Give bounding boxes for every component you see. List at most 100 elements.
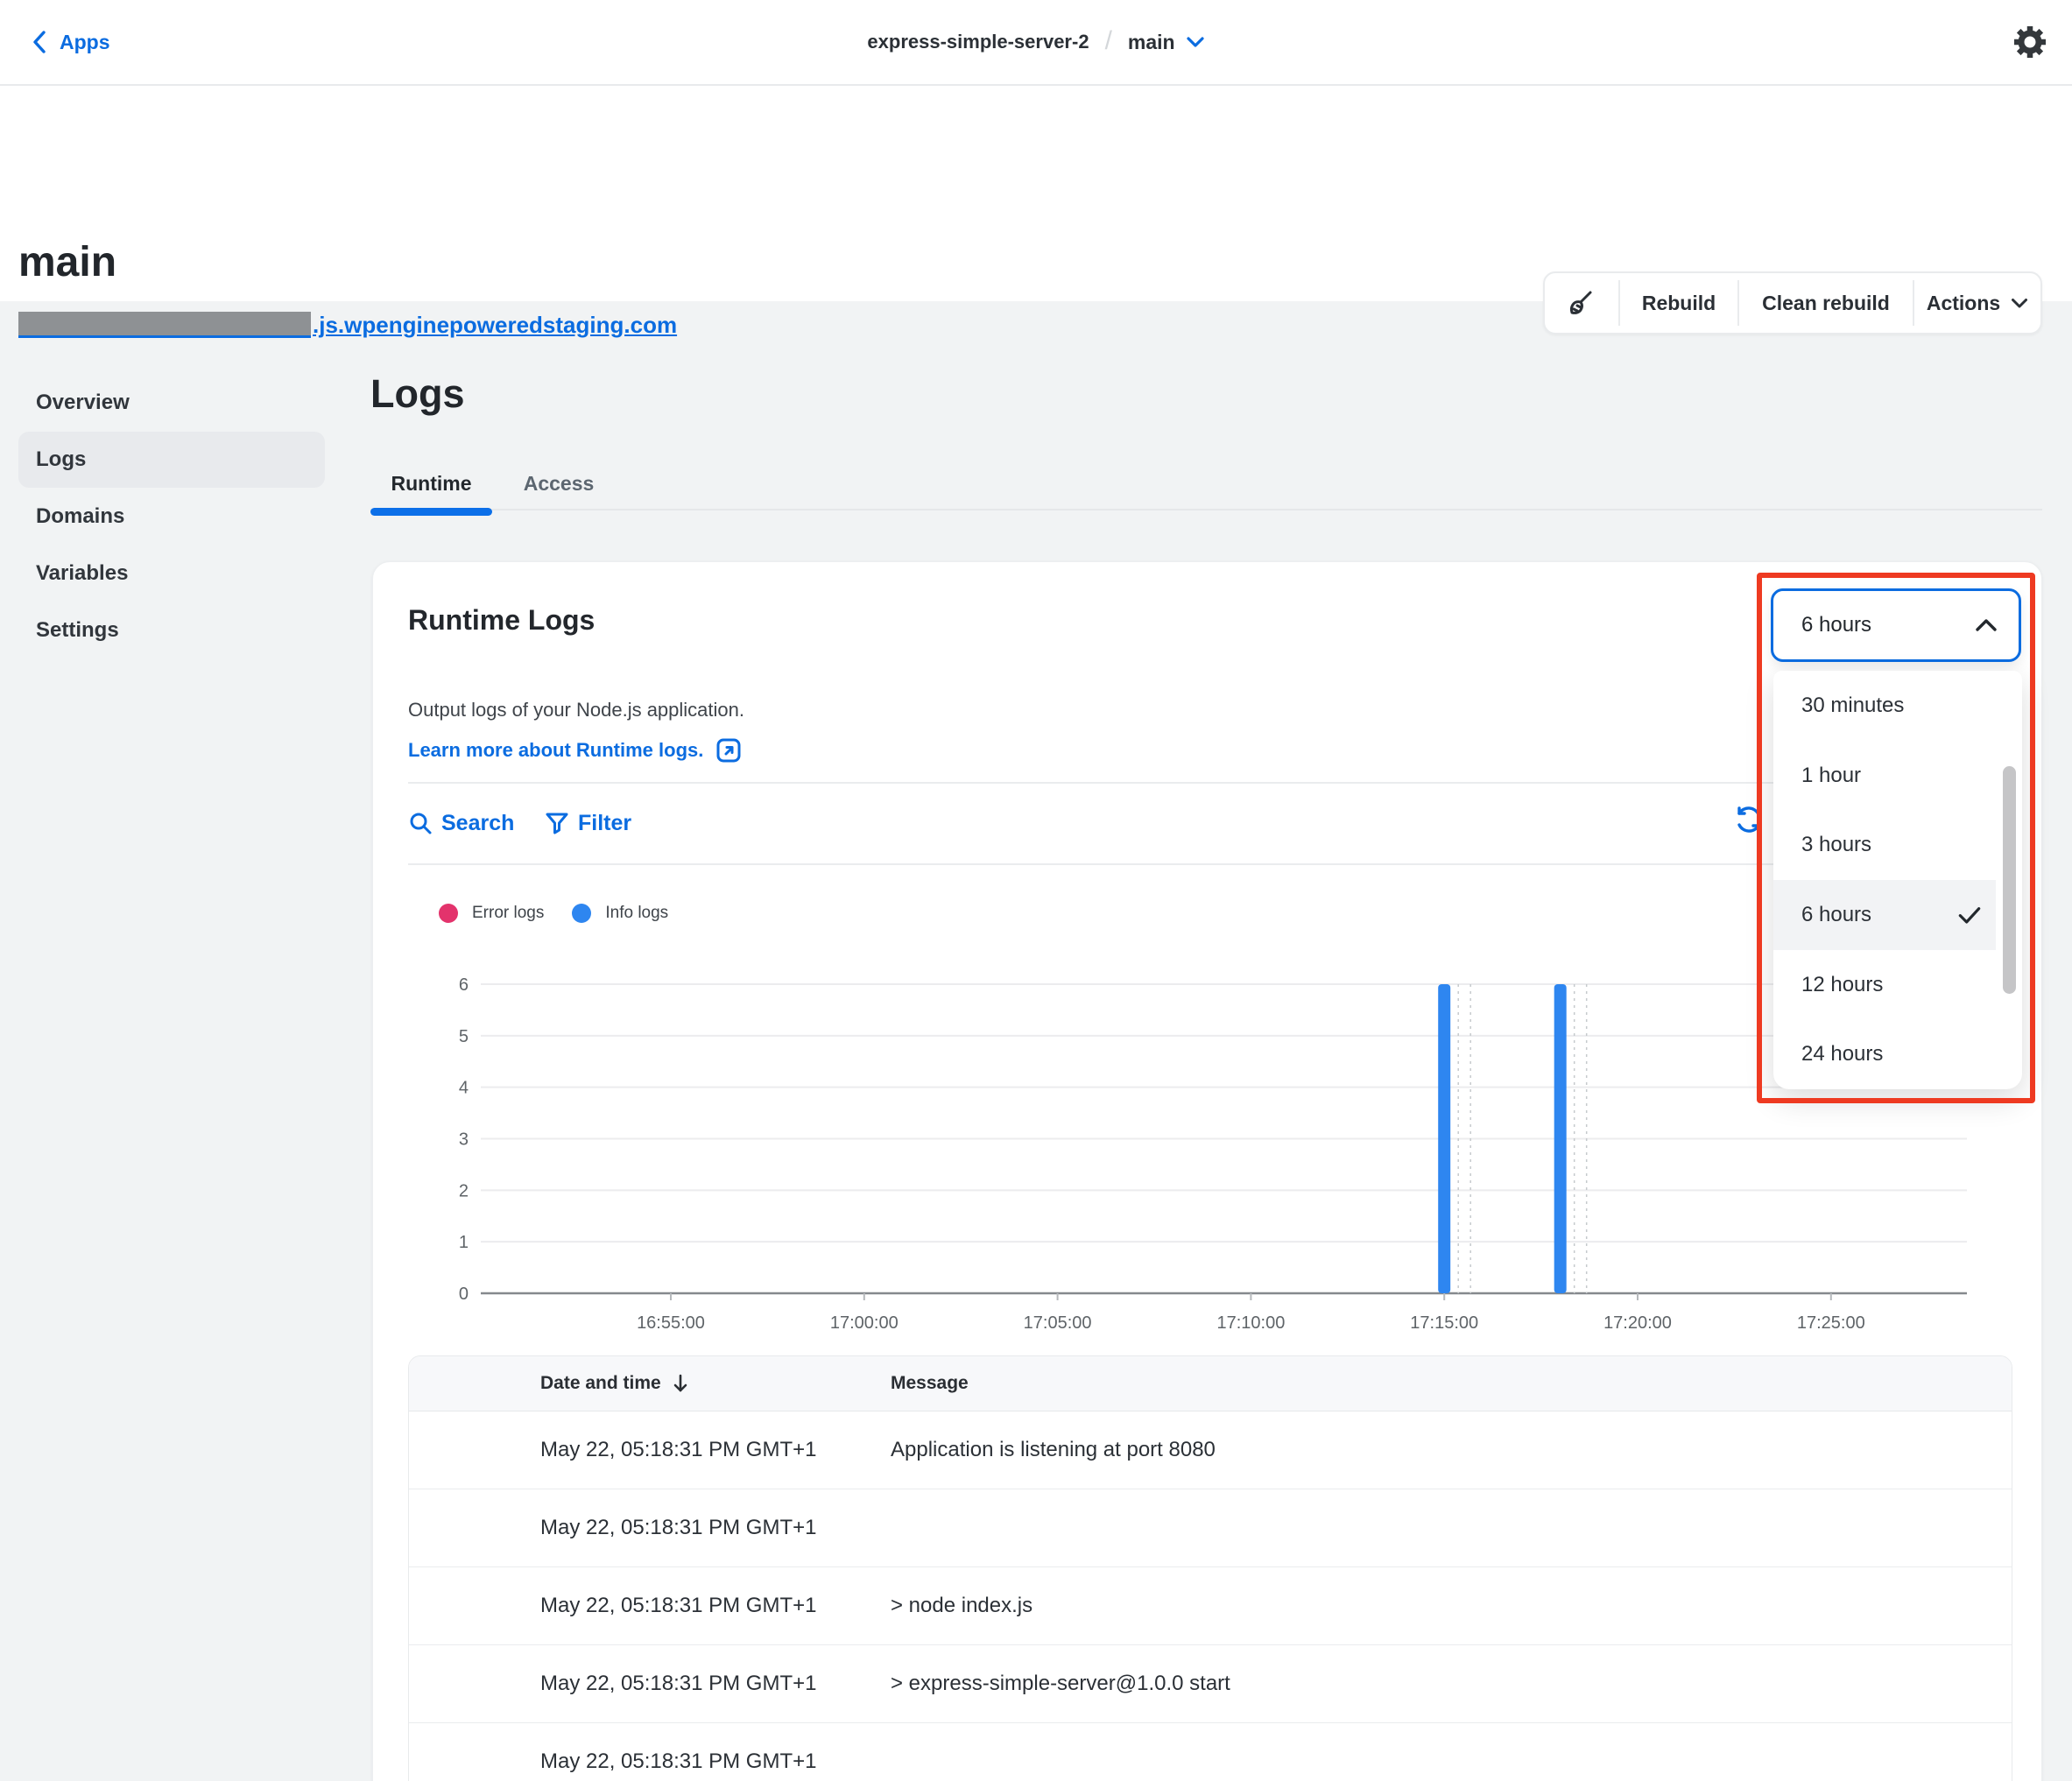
svg-text:17:05:00: 17:05:00	[1024, 1313, 1092, 1333]
sidebar-item-overview[interactable]: Overview	[18, 375, 325, 431]
app-hero: main .js.wpenginepoweredstaging.com Rebu…	[0, 86, 2072, 301]
breadcrumb: express-simple-server-2 / main	[0, 0, 2072, 84]
option-label: 12 hours	[1801, 973, 1996, 997]
branch-selector[interactable]: main	[1128, 31, 1205, 54]
app-url-visible-text: .js.wpenginepoweredstaging.com	[313, 312, 677, 338]
option-label: 30 minutes	[1801, 693, 1996, 718]
column-message: Message	[891, 1373, 969, 1393]
settings-gear-icon[interactable]	[2011, 0, 2049, 84]
logs-table: Date and time Message May 22, 05:18:31 P…	[408, 1355, 2012, 1781]
time-range-option-3-hours[interactable]: 3 hours	[1773, 810, 1996, 880]
filter-icon	[545, 811, 569, 835]
chart-legend: Error logs Info logs	[439, 904, 668, 923]
svg-text:4: 4	[459, 1079, 469, 1098]
svg-text:17:20:00: 17:20:00	[1603, 1313, 1672, 1333]
search-icon	[408, 811, 433, 835]
broom-icon	[1566, 287, 1597, 319]
filter-label: Filter	[578, 811, 631, 836]
svg-text:6: 6	[459, 975, 469, 995]
time-range-option-12-hours[interactable]: 12 hours	[1773, 950, 1996, 1020]
filter-button[interactable]: Filter	[545, 800, 631, 846]
table-row: May 22, 05:18:31 PM GMT+1Application is …	[409, 1411, 2012, 1489]
actions-button[interactable]: Actions	[1914, 273, 2040, 333]
sidebar: OverviewLogsDomainsVariablesSettings	[18, 375, 325, 659]
cell-datetime: May 22, 05:18:31 PM GMT+1	[409, 1438, 891, 1462]
tab-runtime[interactable]: Runtime	[370, 452, 492, 516]
svg-text:1: 1	[459, 1233, 469, 1252]
time-range-select[interactable]: 6 hours	[1771, 588, 2021, 662]
table-row: May 22, 05:18:31 PM GMT+1> node index.js	[409, 1567, 2012, 1645]
legend-dot	[572, 904, 591, 923]
learn-more-link[interactable]: Learn more about Runtime logs.	[408, 737, 742, 764]
search-button[interactable]: Search	[408, 800, 514, 846]
logs-tabbar: Runtime Access	[370, 452, 604, 516]
broom-button[interactable]	[1545, 273, 1618, 333]
option-label: 6 hours	[1801, 903, 1956, 927]
table-row: May 22, 05:18:31 PM GMT+1	[409, 1489, 2012, 1567]
option-label: 3 hours	[1801, 833, 1996, 857]
top-bar: Apps express-simple-server-2 / main	[0, 0, 2072, 86]
app-url-link[interactable]: .js.wpenginepoweredstaging.com	[18, 312, 677, 338]
option-label: 24 hours	[1801, 1042, 1996, 1066]
table-row: May 22, 05:18:31 PM GMT+1> express-simpl…	[409, 1645, 2012, 1723]
divider	[408, 863, 2008, 865]
refresh-button[interactable]	[1731, 802, 1766, 841]
divider	[408, 782, 2008, 784]
page-title: Logs	[370, 371, 465, 417]
card-description: Output logs of your Node.js application.	[408, 699, 744, 722]
back-label: Apps	[60, 31, 110, 54]
sidebar-item-domains[interactable]: Domains	[18, 489, 325, 545]
column-date-and-time[interactable]: Date and time	[540, 1373, 661, 1394]
svg-text:17:25:00: 17:25:00	[1797, 1313, 1865, 1333]
svg-text:5: 5	[459, 1027, 469, 1046]
legend-item-info-logs: Info logs	[572, 904, 668, 923]
time-range-menu: 30 minutes 1 hour 3 hours 6 hours 12 hours 24…	[1773, 671, 2022, 1089]
cell-message: > node index.js	[891, 1594, 2012, 1618]
option-label: 1 hour	[1801, 764, 1996, 788]
learn-more-label: Learn more about Runtime logs.	[408, 739, 703, 762]
logs-table-header: Date and time Message	[409, 1356, 2012, 1411]
sidebar-item-variables[interactable]: Variables	[18, 546, 325, 602]
cell-datetime: May 22, 05:18:31 PM GMT+1	[409, 1672, 891, 1696]
time-range-option-24-hours[interactable]: 24 hours	[1773, 1019, 1996, 1089]
sort-descending-icon[interactable]	[672, 1373, 689, 1394]
breadcrumb-separator: /	[1105, 26, 1112, 56]
time-range-option-30-minutes[interactable]: 30 minutes	[1773, 671, 1996, 741]
sidebar-item-logs[interactable]: Logs	[18, 432, 325, 488]
legend-dot	[439, 904, 458, 923]
chevron-up-icon	[1975, 618, 1998, 632]
actions-label: Actions	[1927, 292, 2000, 315]
legend-label: Error logs	[472, 904, 544, 923]
chevron-left-icon	[32, 30, 47, 54]
redacted-url-segment	[18, 312, 311, 338]
back-to-apps-link[interactable]: Apps	[32, 0, 110, 84]
svg-text:17:15:00: 17:15:00	[1410, 1313, 1478, 1333]
svg-text:17:00:00: 17:00:00	[830, 1313, 899, 1333]
breadcrumb-app-name: express-simple-server-2	[867, 31, 1089, 53]
chevron-down-icon	[1186, 36, 1205, 48]
menu-scrollbar-thumb[interactable]	[2003, 766, 2016, 994]
legend-item-error-logs: Error logs	[439, 904, 544, 923]
search-label: Search	[441, 811, 514, 836]
rebuild-button[interactable]: Rebuild	[1620, 273, 1737, 333]
branch-name: main	[1128, 31, 1175, 54]
refresh-icon	[1731, 802, 1766, 837]
tab-access[interactable]: Access	[513, 452, 604, 516]
sidebar-item-settings[interactable]: Settings	[18, 602, 325, 658]
cell-datetime: May 22, 05:18:31 PM GMT+1	[409, 1594, 891, 1618]
svg-text:2: 2	[459, 1181, 469, 1200]
clean-rebuild-button[interactable]: Clean rebuild	[1739, 273, 1913, 333]
time-range-option-1-hour[interactable]: 1 hour	[1773, 741, 1996, 811]
svg-text:3: 3	[459, 1130, 469, 1150]
cell-message: Application is listening at port 8080	[891, 1438, 2012, 1462]
table-row: May 22, 05:18:31 PM GMT+1	[409, 1723, 2012, 1781]
app-actions-group: Rebuild Clean rebuild Actions	[1543, 271, 2042, 334]
external-link-icon	[715, 737, 742, 764]
card-title: Runtime Logs	[408, 604, 595, 637]
legend-label: Info logs	[605, 904, 668, 923]
time-range-option-6-hours[interactable]: 6 hours	[1773, 880, 1996, 950]
cell-datetime: May 22, 05:18:31 PM GMT+1	[409, 1749, 891, 1774]
environment-title: main	[18, 238, 116, 286]
svg-text:16:55:00: 16:55:00	[637, 1313, 705, 1333]
chevron-down-icon	[2011, 298, 2028, 309]
